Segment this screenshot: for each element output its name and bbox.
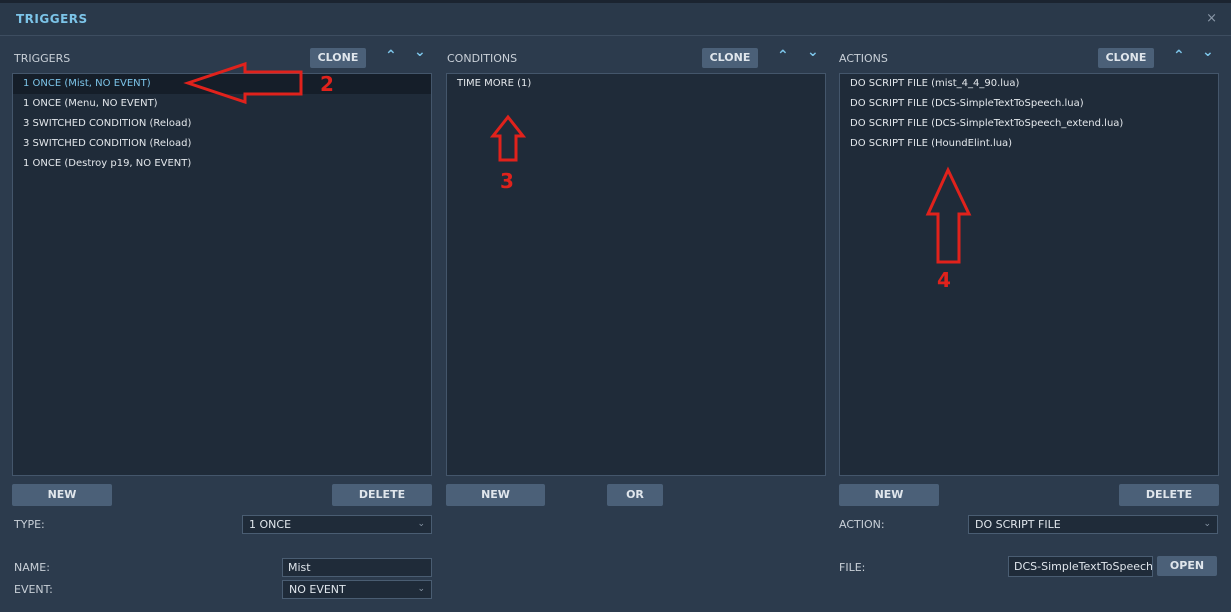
arrow-left-annotation xyxy=(183,61,303,105)
annotation-label: 3 xyxy=(500,169,514,193)
annotation-label: 2 xyxy=(320,72,334,96)
annotation-label: 4 xyxy=(937,268,951,292)
annotation-arrows xyxy=(183,61,972,264)
arrow-up-annotation xyxy=(925,166,972,264)
arrow-up-annotation xyxy=(489,114,527,162)
